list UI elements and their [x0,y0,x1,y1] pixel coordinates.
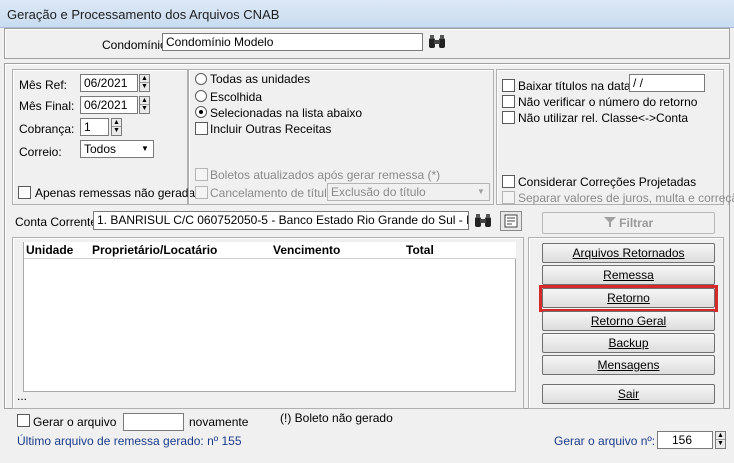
filtrar-label: Filtrar [619,216,654,230]
filtrar-button[interactable]: Filtrar [542,212,715,234]
cancelamento-checkbox[interactable] [195,186,208,199]
mes-ref-spinner[interactable]: ▲ ▼ [139,74,150,92]
nao-verificar-label: Não verificar o número do retorno [518,95,698,109]
binoculars-icon[interactable] [472,211,494,231]
grid-header: Unidade Proprietário/Locatário Venciment… [24,242,516,259]
mes-final-label: Mês Final: [19,99,75,113]
cancelamento-label: Cancelamento de título [210,186,334,200]
conta-corrente-field[interactable]: 1. BANRISUL C/C 060752050-5 - Banco Esta… [93,211,469,230]
incluir-outras-checkbox[interactable] [195,122,208,135]
radio-selecionadas[interactable] [195,106,207,118]
retorno-highlight [539,285,718,312]
radio-todas-label: Todas as unidades [210,72,311,86]
radio-escolhida-label: Escolhida [210,90,263,104]
binoculars-icon[interactable] [426,32,448,52]
grid-col-vencimento: Vencimento [273,243,341,257]
mensagens-button[interactable]: Mensagens [542,355,715,375]
chevron-down-icon: ▼ [141,144,149,153]
baixar-titulos-label: Baixar títulos na data: [518,79,635,93]
radio-selecionadas-label: Selecionadas na lista abaixo [210,106,363,120]
baixar-titulos-checkbox[interactable] [502,79,515,92]
cobranca-spinner[interactable]: ▲ ▼ [111,118,122,136]
incluir-outras-label: Incluir Outras Receitas [210,122,332,136]
cobranca-label: Cobrança: [19,122,75,136]
gerar-arquivo-label: Gerar o arquivo [33,415,117,429]
gerar-numero-label: Gerar o arquivo nº: [554,434,656,448]
baixar-titulos-date[interactable]: / / [629,74,705,92]
gerar-numero-field[interactable]: 156 [657,431,713,449]
grid-footer: ... [17,389,28,403]
gerar-arquivo-field[interactable] [123,413,184,431]
boletos-atualizados-label: Boletos atualizados após gerar remessa (… [210,168,441,182]
gerar-numero-spinner[interactable]: ▲ ▼ [715,431,726,449]
apenas-remessas-label: Apenas remessas não geradas [35,186,202,200]
boletos-atualizados-checkbox[interactable] [195,168,208,181]
mes-ref-label: Mês Ref: [19,78,68,92]
radio-todas[interactable] [195,73,207,85]
cancelamento-select[interactable]: Exclusão do título ▼ [327,183,490,201]
chevron-down-icon: ▼ [477,187,485,196]
mes-final-field[interactable]: 06/2021 [80,96,138,114]
units-grid[interactable] [23,242,516,392]
considerar-correcoes-label: Considerar Correções Projetadas [518,175,697,189]
boleto-nao-gerado-note: (!) Boleto não gerado [280,411,393,425]
considerar-correcoes-checkbox[interactable] [502,175,515,188]
window-titlebar: Geração e Processamento dos Arquivos CNA… [0,0,734,28]
separar-valores-label: Separar valores de juros, multa e correç… [518,191,734,205]
conta-config-icon[interactable] [500,211,522,231]
retorno-geral-button[interactable]: Retorno Geral [542,311,715,331]
ultimo-arquivo-text: Último arquivo de remessa gerado: nº 155 [17,434,242,448]
correio-label: Correio: [19,145,62,159]
window-title: Geração e Processamento dos Arquivos CNA… [7,7,280,22]
cancelamento-value: Exclusão do título [331,185,426,199]
gerar-arquivo-checkbox[interactable] [17,414,30,427]
grid-col-total: Total [406,243,434,257]
arquivos-retornados-button[interactable]: Arquivos Retornados [542,243,715,263]
grid-col-unidade: Unidade [26,243,74,257]
mes-final-spinner[interactable]: ▲ ▼ [139,96,150,114]
condominio-field[interactable]: Condomínio Modelo [162,33,423,51]
correio-select[interactable]: Todos ▼ [80,140,154,158]
grid-col-proprietario: Proprietário/Locatário [92,243,218,257]
nao-verificar-checkbox[interactable] [502,95,515,108]
sair-button[interactable]: Sair [542,384,715,404]
cobranca-field[interactable]: 1 [80,118,109,136]
radio-escolhida[interactable] [195,90,207,102]
filter-icon [603,214,616,234]
conta-corrente-label: Conta Corrente: [15,215,101,229]
nao-utilizar-checkbox[interactable] [502,111,515,124]
remessa-button[interactable]: Remessa [542,265,715,285]
correio-value: Todos [84,142,117,156]
mes-ref-field[interactable]: 06/2021 [80,74,138,92]
apenas-remessas-checkbox[interactable] [18,186,31,199]
gerar-arquivo-suffix: novamente [189,415,249,429]
nao-utilizar-label: Não utilizar rel. Classe<->Conta [518,111,689,125]
condominio-label: Condomínio: [102,38,171,52]
backup-button[interactable]: Backup [542,333,715,353]
separar-valores-checkbox[interactable] [502,191,515,204]
